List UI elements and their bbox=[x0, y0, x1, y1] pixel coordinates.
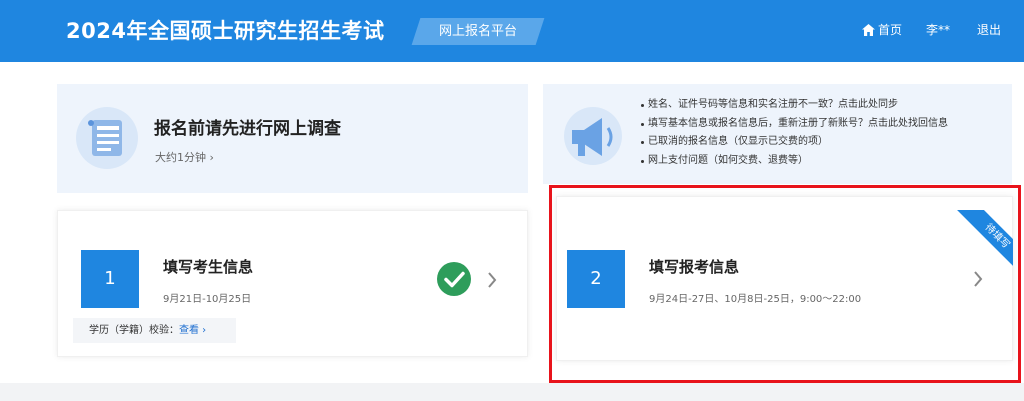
nav-home-label: 首页 bbox=[878, 23, 903, 37]
degree-verify-view-link[interactable]: 查看 › bbox=[179, 325, 206, 336]
platform-badge: 网上报名平台 bbox=[411, 18, 545, 45]
notice-item-cancelled[interactable]: 已取消的报名信息（仅显示已交费的项） bbox=[640, 133, 948, 152]
survey-title[interactable]: 报名前请先进行网上调查 bbox=[154, 114, 341, 139]
pending-ribbon-label: 待填写 bbox=[954, 210, 1013, 278]
step2-number: 2 bbox=[567, 250, 625, 308]
degree-verify-label: 学历（学籍）校验： bbox=[89, 325, 179, 336]
exam-title: 2024年全国硕士研究生招生考试 bbox=[66, 19, 385, 43]
survey-duration[interactable]: 大约1分钟 › bbox=[155, 149, 214, 165]
megaphone-icon bbox=[564, 107, 622, 165]
notice-item-payment[interactable]: 网上支付问题（如何交费、退费等） bbox=[640, 152, 948, 171]
step1-date: 9月21日-10月25日 bbox=[163, 294, 252, 305]
notice-list: 姓名、证件号码等信息和实名注册不一致？点击此处同步 填写基本信息或报名信息后，重… bbox=[640, 96, 948, 170]
step1-title[interactable]: 填写考生信息 bbox=[163, 256, 253, 277]
completed-check-icon bbox=[437, 262, 471, 296]
nav-user-name[interactable]: 李** bbox=[926, 21, 950, 38]
home-icon bbox=[862, 23, 875, 36]
platform-label: 网上报名平台 bbox=[438, 24, 517, 39]
pending-ribbon: 待填写 bbox=[945, 210, 1013, 278]
step1-chevron-right-icon[interactable] bbox=[487, 272, 497, 288]
nav-home-link[interactable]: 首页 bbox=[862, 21, 902, 38]
notice-item-sync[interactable]: 姓名、证件号码等信息和实名注册不一致？点击此处同步 bbox=[640, 96, 948, 115]
step2-chevron-right-icon[interactable] bbox=[973, 271, 983, 287]
step1-number: 1 bbox=[81, 250, 139, 308]
step2-title[interactable]: 填写报考信息 bbox=[649, 256, 739, 277]
step2-date: 9月24日-27日、10月8日-25日，9:00～22:00 bbox=[649, 294, 862, 305]
notice-item-recover[interactable]: 填写基本信息或报名信息后，重新注册了新账号？点击此处找回信息 bbox=[640, 115, 948, 134]
survey-document-icon bbox=[76, 107, 138, 169]
nav-logout-link[interactable]: 退出 bbox=[977, 21, 1001, 38]
footer-strip bbox=[0, 383, 1024, 401]
degree-verify-row: 学历（学籍）校验：查看 › bbox=[73, 318, 236, 343]
top-header: 2024年全国硕士研究生招生考试 网上报名平台 首页 李** 退出 bbox=[0, 0, 1024, 62]
